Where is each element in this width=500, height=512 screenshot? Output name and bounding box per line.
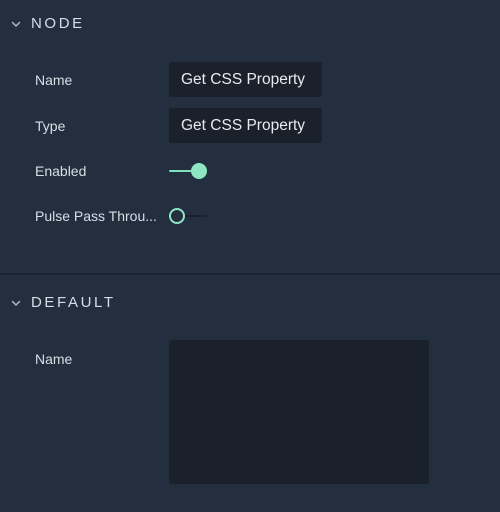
toggle-knob bbox=[191, 163, 207, 179]
chevron-down-icon[interactable] bbox=[10, 18, 22, 30]
section-header-node[interactable]: NODE bbox=[0, 15, 500, 39]
chevron-down-icon[interactable] bbox=[10, 297, 22, 309]
pulse-pass-through-label: Pulse Pass Throu... bbox=[35, 208, 157, 224]
properties-panel: NODE Name Get CSS Property Type Get CSS … bbox=[0, 0, 500, 512]
default-name-textarea[interactable] bbox=[169, 340, 429, 484]
section-header-default[interactable]: DEFAULT bbox=[0, 294, 500, 318]
section-divider bbox=[0, 273, 500, 275]
enabled-label: Enabled bbox=[35, 163, 87, 179]
name-label: Name bbox=[35, 72, 73, 88]
name-field[interactable]: Get CSS Property bbox=[169, 62, 322, 97]
section-title-node: NODE bbox=[31, 15, 85, 32]
pulse-pass-through-toggle[interactable] bbox=[169, 207, 209, 225]
toggle-knob bbox=[169, 208, 185, 224]
default-name-label: Name bbox=[35, 351, 73, 367]
section-title-default: DEFAULT bbox=[31, 294, 116, 311]
type-field[interactable]: Get CSS Property bbox=[169, 108, 322, 143]
type-label: Type bbox=[35, 118, 66, 134]
enabled-toggle[interactable] bbox=[169, 162, 209, 180]
toggle-track bbox=[183, 215, 207, 217]
